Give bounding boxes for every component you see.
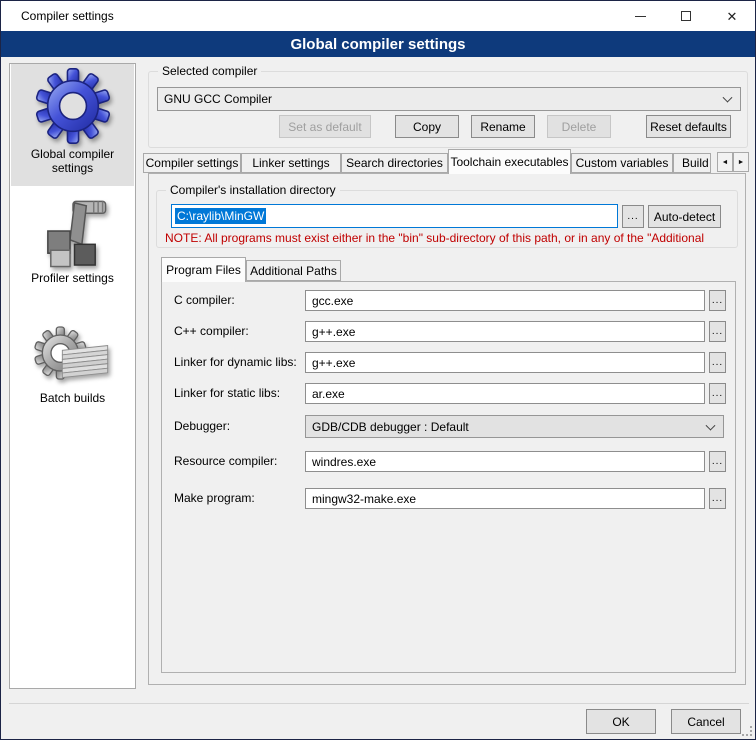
auto-detect-button[interactable]: Auto-detect	[648, 205, 721, 228]
close-button[interactable]: ✕	[709, 1, 755, 31]
set-as-default-button[interactable]: Set as default	[279, 115, 371, 138]
resource-compiler-label: Resource compiler:	[174, 454, 277, 468]
rename-button[interactable]: Rename	[471, 115, 535, 138]
make-program-input[interactable]	[305, 488, 705, 509]
maximize-icon	[681, 11, 691, 21]
selected-compiler-group-label: Selected compiler	[158, 64, 261, 78]
chevron-down-icon	[723, 93, 733, 103]
resource-compiler-browse-button[interactable]: ...	[709, 451, 726, 472]
arrow-left-icon: ◄	[722, 159, 729, 166]
resize-grip[interactable]	[742, 726, 752, 736]
make-program-browse-button[interactable]: ...	[709, 488, 726, 509]
auto-detect-label: Auto-detect	[654, 210, 715, 224]
compiler-settings-dialog: Compiler settings ✕ Global compiler sett…	[0, 0, 756, 740]
installation-directory-value: C:\raylib\MinGW	[175, 208, 266, 224]
rename-label: Rename	[480, 120, 525, 134]
dialog-header: Global compiler settings	[1, 31, 755, 57]
linker-static-browse-button[interactable]: ...	[709, 383, 726, 404]
c-compiler-input[interactable]	[305, 290, 705, 311]
tab-scroll-left-button[interactable]: ◄	[717, 152, 733, 172]
arrow-right-icon: ►	[738, 159, 745, 166]
copy-label: Copy	[413, 120, 441, 134]
sidebar-item-profiler-settings[interactable]: Profiler settings	[11, 192, 134, 292]
minimize-icon	[635, 16, 646, 17]
caliper-icon	[11, 194, 134, 268]
ellipsis-icon: ...	[712, 388, 723, 399]
tab-label: Toolchain executables	[450, 155, 568, 169]
cpp-compiler-input[interactable]	[305, 321, 705, 342]
ellipsis-icon: ...	[627, 211, 638, 222]
tab-linker-settings[interactable]: Linker settings	[241, 153, 341, 173]
cancel-label: Cancel	[687, 715, 724, 729]
chevron-down-icon	[706, 420, 716, 430]
linker-dynamic-input[interactable]	[305, 352, 705, 373]
tab-label: Build	[682, 156, 709, 170]
linker-static-label: Linker for static libs:	[174, 386, 280, 400]
linker-dynamic-label: Linker for dynamic libs:	[174, 355, 297, 369]
tab-search-directories[interactable]: Search directories	[341, 153, 448, 173]
subtab-label: Additional Paths	[250, 264, 337, 278]
tab-label: Custom variables	[576, 156, 669, 170]
installation-directory-browse-button[interactable]: ...	[622, 205, 644, 228]
debugger-label: Debugger:	[174, 419, 230, 433]
note-text: NOTE: All programs must exist either in …	[165, 231, 738, 245]
ellipsis-icon: ...	[712, 326, 723, 337]
subtab-additional-paths[interactable]: Additional Paths	[246, 260, 341, 281]
debugger-combo[interactable]: GDB/CDB debugger : Default	[305, 415, 724, 438]
tab-compiler-settings[interactable]: Compiler settings	[143, 153, 241, 173]
reset-defaults-button[interactable]: Reset defaults	[646, 115, 731, 138]
close-icon: ✕	[727, 10, 738, 23]
tab-build-options[interactable]: Build	[673, 153, 711, 173]
cpp-compiler-label: C++ compiler:	[174, 324, 249, 338]
dialog-header-title: Global compiler settings	[290, 36, 465, 53]
footer-divider	[9, 703, 749, 704]
program-files-page: C compiler: ... C++ compiler: ... Linker…	[161, 281, 736, 673]
ellipsis-icon: ...	[712, 456, 723, 467]
tab-label: Compiler settings	[146, 156, 239, 170]
selected-compiler-value: GNU GCC Compiler	[164, 92, 272, 106]
tab-scroll-right-button[interactable]: ►	[733, 152, 749, 172]
gray-gear-stack-icon	[11, 326, 134, 388]
minimize-button[interactable]	[617, 1, 663, 31]
tab-label: Search directories	[346, 156, 443, 170]
selected-compiler-combo[interactable]: GNU GCC Compiler	[157, 87, 741, 111]
sidebar-item-label: Batch builds	[11, 391, 134, 405]
tab-custom-variables[interactable]: Custom variables	[571, 153, 673, 173]
installation-directory-input[interactable]: C:\raylib\MinGW	[171, 204, 618, 228]
make-program-label: Make program:	[174, 491, 255, 505]
window-title: Compiler settings	[21, 9, 114, 23]
c-compiler-browse-button[interactable]: ...	[709, 290, 726, 311]
reset-defaults-label: Reset defaults	[650, 120, 727, 134]
installation-directory-group-label: Compiler's installation directory	[166, 183, 340, 197]
cancel-button[interactable]: Cancel	[671, 709, 741, 734]
settings-sidebar: Global compiler settings Profiler settin…	[9, 63, 136, 689]
ellipsis-icon: ...	[712, 295, 723, 306]
c-compiler-label: C compiler:	[174, 293, 235, 307]
resource-compiler-input[interactable]	[305, 451, 705, 472]
ok-label: OK	[612, 715, 629, 729]
delete-label: Delete	[562, 120, 597, 134]
tab-toolchain-executables[interactable]: Toolchain executables	[448, 149, 571, 174]
linker-static-input[interactable]	[305, 383, 705, 404]
ok-button[interactable]: OK	[586, 709, 656, 734]
debugger-value: GDB/CDB debugger : Default	[312, 420, 469, 434]
ellipsis-icon: ...	[712, 493, 723, 504]
sidebar-item-batch-builds[interactable]: Batch builds	[11, 322, 134, 414]
subtab-label: Program Files	[166, 263, 241, 277]
copy-button[interactable]: Copy	[395, 115, 459, 138]
tab-label: Linker settings	[252, 156, 329, 170]
blue-gear-icon	[11, 68, 134, 144]
set-as-default-label: Set as default	[288, 120, 361, 134]
linker-dynamic-browse-button[interactable]: ...	[709, 352, 726, 373]
subtab-program-files[interactable]: Program Files	[161, 257, 246, 282]
ellipsis-icon: ...	[712, 357, 723, 368]
cpp-compiler-browse-button[interactable]: ...	[709, 321, 726, 342]
title-bar[interactable]: Compiler settings ✕	[1, 1, 755, 31]
maximize-button[interactable]	[663, 1, 709, 31]
delete-button[interactable]: Delete	[547, 115, 611, 138]
sidebar-item-global-compiler-settings[interactable]: Global compiler settings	[11, 64, 134, 186]
sidebar-item-label: Profiler settings	[11, 271, 134, 285]
sidebar-item-label: Global compiler settings	[11, 147, 134, 175]
